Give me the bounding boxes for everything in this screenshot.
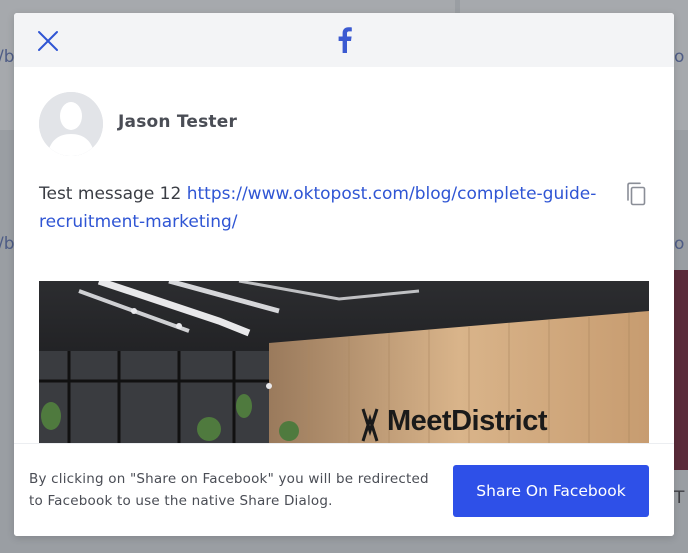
modal-footer: By clicking on "Share on Facebook" you w… — [14, 443, 674, 536]
close-button[interactable] — [36, 29, 60, 53]
copy-icon — [627, 182, 646, 206]
background-text: o — [674, 47, 685, 67]
facebook-logo-icon — [334, 26, 354, 54]
background-image — [674, 270, 688, 470]
background-text: /b — [0, 234, 15, 254]
share-notice: By clicking on "Share on Facebook" you w… — [29, 471, 429, 509]
avatar-placeholder-icon — [39, 92, 103, 156]
user-name: Jason Tester — [118, 112, 238, 132]
background-text: /b — [0, 47, 15, 67]
share-on-facebook-button[interactable]: Share On Facebook — [453, 465, 649, 517]
modal-header — [14, 13, 674, 67]
link-preview-image: MeetDistrict — [39, 281, 649, 451]
copy-button[interactable] — [625, 182, 647, 206]
message-text: Test message 12 — [39, 184, 187, 204]
background-text: T — [674, 488, 685, 508]
background-text: o — [674, 234, 685, 254]
post-message: Test message 12 https://www.oktopost.com… — [39, 180, 604, 236]
share-modal: Jason Tester Test message 12 https://www… — [14, 13, 674, 536]
avatar — [39, 92, 103, 156]
close-icon — [38, 31, 58, 51]
preview-brand-text: MeetDistrict — [387, 405, 548, 437]
